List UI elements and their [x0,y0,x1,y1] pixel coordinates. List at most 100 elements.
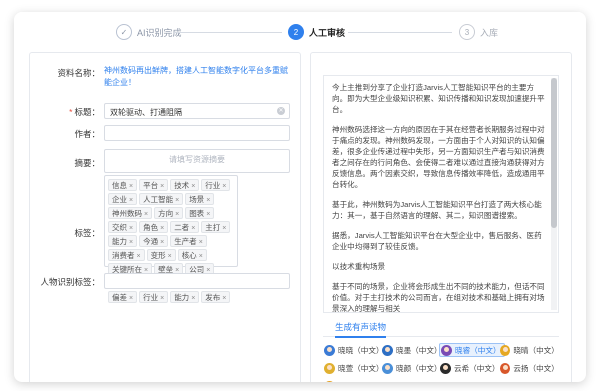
progress-steps: ✓ AI识别完成 2 人工审核 3 入库 [14,12,586,52]
remove-tag-icon[interactable]: × [160,295,164,302]
remove-tag-icon[interactable]: × [129,225,133,232]
article-panel: 今上主推到分享了企业打造Jarvis人工智能知识平台的主要方向。即为大型企业级知… [310,52,572,382]
keyword-tag[interactable]: 偏差 × [108,291,138,303]
remove-tag-icon[interactable]: × [137,253,141,260]
remove-tag-icon[interactable]: × [160,225,164,232]
review-form-panel: 资料名称： 神州数码再出鲜牌，搭建人工智能数字化平台多重赋能企业！ * 标题： 双… [29,52,301,382]
voice-avatar-icon [324,344,335,356]
voice-option[interactable]: 晓颜（中文） [381,361,445,375]
keyword-tag[interactable]: 企业 × [108,193,138,205]
step-check-icon: ✓ [116,24,132,40]
remove-tag-icon[interactable]: × [191,295,195,302]
keyword-tag[interactable]: 变形 × [146,249,176,261]
keyword-tags[interactable]: 信息 × 平台 × 技术 × 行业 ×企业 × 人工智能 × 场景 ×神州数码 × 方向 × 图表 ×交织 × 角色 ×… [104,175,238,303]
source-label: 资料名称： [57,68,100,78]
voice-option[interactable]: 晓晴（中文） [499,343,559,357]
remove-tag-icon[interactable]: × [199,239,203,246]
keyword-tag[interactable]: 信息 × [108,179,138,191]
step-number: 2 [288,24,304,40]
remove-tag-icon[interactable]: × [206,197,210,204]
summary-textarea[interactable]: 请填写资源摘要 [104,149,290,173]
voice-option[interactable]: 云希（中文） [439,361,503,375]
keyword-tag[interactable]: 核心× [177,249,207,261]
source-link[interactable]: 神州数码再出鲜牌，搭建人工智能数字化平台多重赋能企业！ [104,65,290,89]
person-tags-label: 人物识别标签： [40,277,100,287]
keyword-tag[interactable]: 能力 × [108,235,138,247]
step-label: 人工审核 [309,27,346,38]
remove-tag-icon[interactable]: × [222,225,226,232]
keyword-tag[interactable]: 今通 × [139,235,169,247]
voice-option[interactable]: 晓萱（中文） [323,361,387,375]
voice-avatar-icon [324,380,335,382]
voice-avatar-icon [500,362,511,374]
keyword-tag[interactable]: 图表 × [185,207,215,219]
remove-tag-icon[interactable]: × [168,253,172,260]
title-input[interactable]: 双轮驱动、打通阻隔 ✕ [104,103,290,119]
keyword-tag[interactable]: 主打 × [201,221,231,233]
voice-option[interactable]: 晓晓（中文） [323,343,387,357]
article-content: 今上主推到分享了企业打造Jarvis人工智能知识平台的主要方向。即为大型企业级知… [332,82,546,312]
remove-tag-icon[interactable]: × [222,295,226,302]
keyword-tag[interactable]: 神州数码 × [108,207,153,219]
voice-option[interactable]: 晓墨（中文） [381,343,445,357]
title-label: * 标题： [69,107,100,117]
remove-tag-icon[interactable]: × [175,197,179,204]
voice-avatar-icon [441,344,452,356]
keyword-tag[interactable]: 角色 × [139,221,169,233]
voice-avatar-icon [382,344,393,356]
keywords-label: 标签： [74,228,100,238]
title-value: 双轮驱动、打通阻隔 [110,108,182,117]
voice-avatar-icon [440,362,451,374]
tab-audiobook[interactable]: 生成有声读物 [335,321,387,338]
keyword-tag[interactable]: 人工智能 × [139,193,184,205]
keyword-tag[interactable]: 能力 × [170,291,200,303]
article-paragraph: 基于此，神州数码为Jarvis人工智能知识平台打造了两大核心能力：其一，基于自然… [332,200,542,220]
keyword-tag[interactable]: 技术 × [170,179,200,191]
voice-avatar-icon [382,362,393,374]
article-paragraph: 神州数码选择这一方向的原因在于其在经营者长期服务过程中对于痛点的发现。神州数码发… [332,125,545,189]
voice-avatar-icon [500,344,511,356]
remove-tag-icon[interactable]: × [191,225,195,232]
keyword-tag[interactable]: 二者 × [170,221,200,233]
author-input[interactable] [104,125,290,141]
remove-tag-icon[interactable]: × [144,211,148,218]
remove-tag-icon[interactable]: × [129,183,133,190]
remove-tag-icon[interactable]: × [222,183,226,190]
keyword-tag[interactable]: 行业 × [139,291,169,303]
summary-label: 摘要： [74,158,100,168]
scrollbar-thumb[interactable] [551,78,557,228]
step-number: 3 [459,24,475,40]
keyword-tag[interactable]: 方向 × [154,207,184,219]
keyword-tag[interactable]: 场景 × [185,193,215,205]
article-paragraph: 以技术重构场景 [332,262,386,271]
remove-tag-icon[interactable]: × [199,253,203,260]
keyword-tag[interactable]: 消费者 × [108,249,145,261]
step-divider [174,32,282,33]
remove-tag-icon[interactable]: × [206,211,210,218]
step-label: 入库 [480,27,499,38]
remove-tag-icon[interactable]: × [129,239,133,246]
person-tags-input[interactable] [104,273,290,289]
keyword-tag[interactable]: 行业 × [201,179,231,191]
voice-option[interactable]: 云扬（中文） [499,361,559,375]
keyword-tag[interactable]: 发布 × [201,291,231,303]
keyword-tag[interactable]: 交织 × [108,221,138,233]
remove-tag-icon[interactable]: × [129,197,133,204]
remove-tag-icon[interactable]: × [191,183,195,190]
voice-option[interactable]: 云野（中文） [323,379,387,382]
clear-icon[interactable]: ✕ [277,107,285,115]
keyword-tag[interactable]: 生产者 × [170,235,207,247]
remove-tag-icon[interactable]: × [129,295,133,302]
tab-bar: 生成有声读物 [323,321,559,338]
article-text-view[interactable]: 今上主推到分享了企业打造Jarvis人工智能知识平台的主要方向。即为大型企业级知… [323,75,559,313]
voice-option[interactable]: 晓睿（中文） [439,343,505,357]
remove-tag-icon[interactable]: × [175,211,179,218]
remove-tag-icon[interactable]: × [160,183,164,190]
voice-list: 晓晓（中文） 晓墨（中文） 晓睿（中文） 晓晴（中文） 晓萱（中文） 晓颜（中文） 云希（中… [323,339,559,382]
remove-tag-icon[interactable]: × [160,239,164,246]
voice-avatar-icon [324,362,335,374]
app-window: ✓ AI识别完成 2 人工审核 3 入库 资料名称： 神州数码再出鲜牌，搭建人工… [14,12,586,382]
author-label: 作者： [74,129,100,139]
keyword-tag[interactable]: 平台 × [139,179,169,191]
step-ai-recognition: ✓ AI识别完成 [116,24,182,40]
